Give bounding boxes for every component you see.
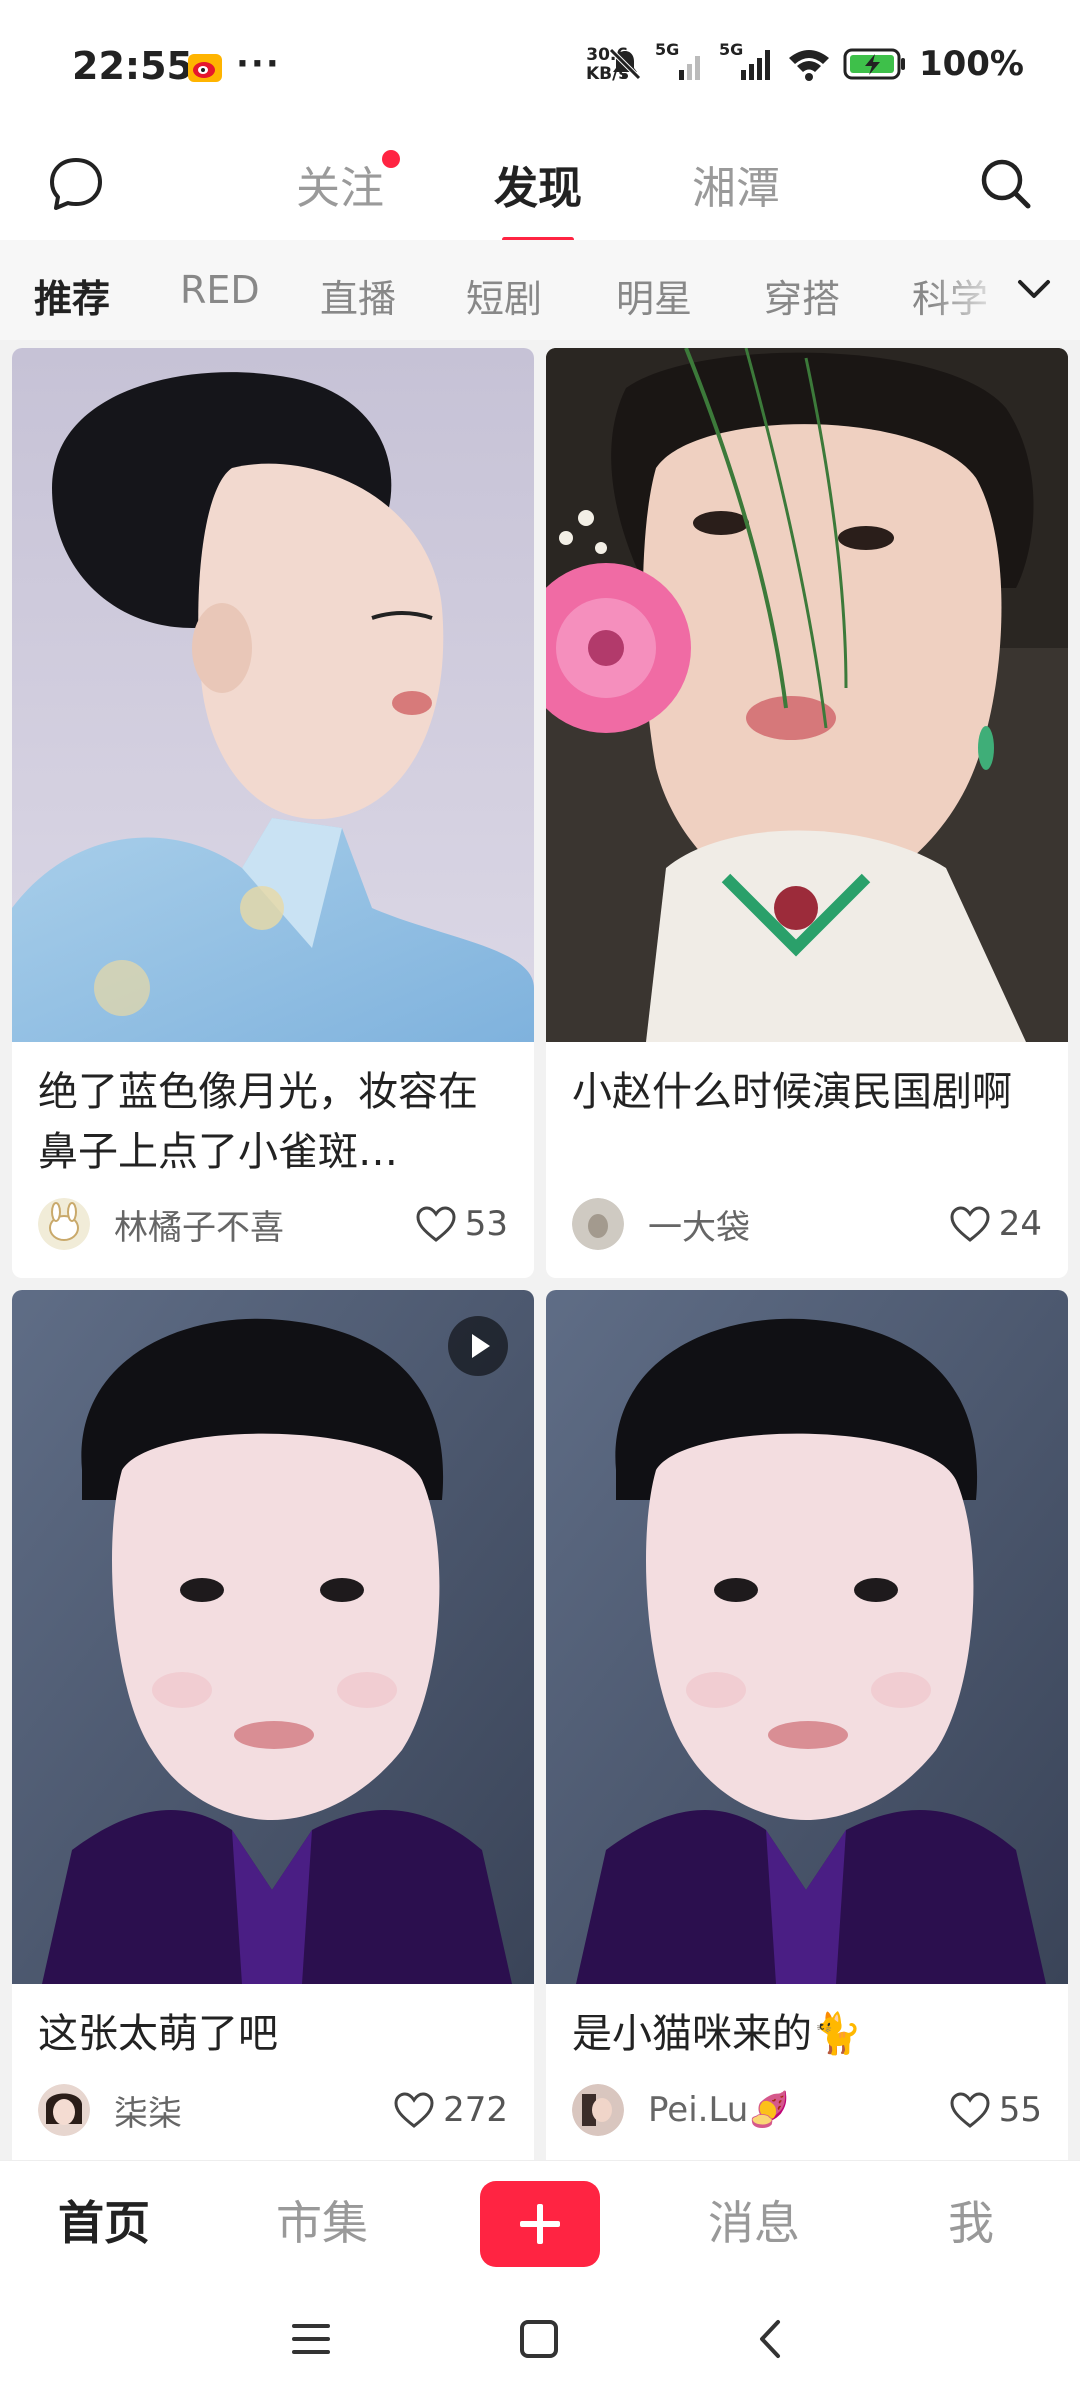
like-count: 272 [443,2090,508,2130]
post-title: 小赵什么时候演民国剧啊 [572,1069,1012,1115]
author-name: 柒柒 [114,2093,182,2134]
post-title: 绝了蓝色像月光，妆容在鼻子上点了小雀斑… [38,1069,478,1175]
tab-discover[interactable]: 发现 [494,152,582,242]
like-button[interactable]: 53 [415,1196,508,1252]
category-short-drama[interactable]: 短剧 [466,268,542,323]
home-square-icon[interactable] [518,2318,560,2360]
avatar [38,1198,90,1250]
feed-card[interactable]: 这张太萌了吧 柒柒 272 [12,1290,534,2170]
signal-icon: 5G [719,40,775,82]
category-bar: 推荐 RED 直播 短剧 明星 穿搭 科学 [0,240,1080,340]
wifi-icon [788,50,829,81]
status-bar: 22:55 ··· 30.6 KB/s 5G 5G 100% [0,0,1080,130]
post-author[interactable]: 一大袋 [572,1196,750,1252]
chevron-down-icon[interactable] [1012,270,1056,310]
post-cover-image [12,1290,534,1984]
avatar [38,2084,90,2136]
author-name: 林橘子不喜 [114,1207,284,1248]
back-icon[interactable] [750,2316,792,2362]
menu-icon[interactable] [290,2318,332,2360]
avatar [572,1198,624,1250]
top-navigation: 关注 发现 湘潭 [0,130,1080,242]
video-indicator [448,1316,508,1376]
post-cover-image [546,348,1068,1042]
post-author[interactable]: Pei.Lu🍠 [572,2082,791,2138]
feed-card[interactable]: 是小猫咪来的🐈 Pei.Lu🍠 55 [546,1290,1068,2170]
feed-grid: 绝了蓝色像月光，妆容在鼻子上点了小雀斑… 林橘子不喜 53 小赵什么时候演民国剧… [0,340,1080,2170]
post-author[interactable]: 柒柒 [38,2082,182,2138]
like-button[interactable]: 24 [949,1196,1042,1252]
category-recommended[interactable]: 推荐 [34,268,110,323]
bottom-navigation: 首页 市集 消息 我 [0,2160,1080,2281]
notification-dot [382,150,400,168]
nav-me[interactable]: 我 [948,2187,994,2253]
heart-icon [416,1206,456,1242]
like-count: 55 [998,2090,1042,2130]
nav-market[interactable]: 市集 [276,2187,368,2253]
like-button[interactable]: 55 [949,2082,1042,2138]
play-icon [472,1334,490,1358]
heart-icon [950,2092,990,2128]
feed-card[interactable]: 绝了蓝色像月光，妆容在鼻子上点了小雀斑… 林橘子不喜 53 [12,348,534,1278]
post-cover-image [546,1290,1068,1984]
like-count: 53 [464,1204,508,1244]
like-count: 24 [998,1204,1042,1244]
battery-percent: 100% [918,44,1024,84]
tab-following[interactable]: 关注 [296,150,400,216]
category-stars[interactable]: 明星 [616,268,692,323]
author-name: Pei.Lu🍠 [648,2090,791,2130]
system-navigation-bar [0,2280,1080,2400]
tab-local-xiangtan[interactable]: 湘潭 [692,152,780,216]
status-time: 22:55 [72,44,193,88]
heart-icon [394,2092,434,2128]
like-button[interactable]: 272 [393,2082,508,2138]
signal-icon: 5G [655,40,707,82]
search-icon[interactable] [976,154,1036,214]
post-author[interactable]: 林橘子不喜 [38,1196,284,1252]
post-title: 这张太萌了吧 [38,2011,278,2057]
feed-card[interactable]: 小赵什么时候演民国剧啊 一大袋 24 [546,348,1068,1278]
more-notifications-icon: ··· [236,44,281,84]
author-name: 一大袋 [648,1207,750,1248]
nav-messages[interactable]: 消息 [708,2187,800,2253]
category-outfits[interactable]: 穿搭 [764,268,840,323]
category-live[interactable]: 直播 [320,268,396,323]
mute-bell-icon [609,48,641,80]
avatar [572,2084,624,2136]
category-red[interactable]: RED [180,268,260,312]
nav-home[interactable]: 首页 [58,2187,150,2253]
weibo-icon [188,54,222,82]
post-cover-image [12,348,534,1042]
plus-icon [520,2204,560,2244]
battery-icon [843,48,905,80]
create-post-button[interactable] [480,2181,600,2267]
heart-icon [950,1206,990,1242]
post-title: 是小猫咪来的🐈 [572,2011,862,2057]
